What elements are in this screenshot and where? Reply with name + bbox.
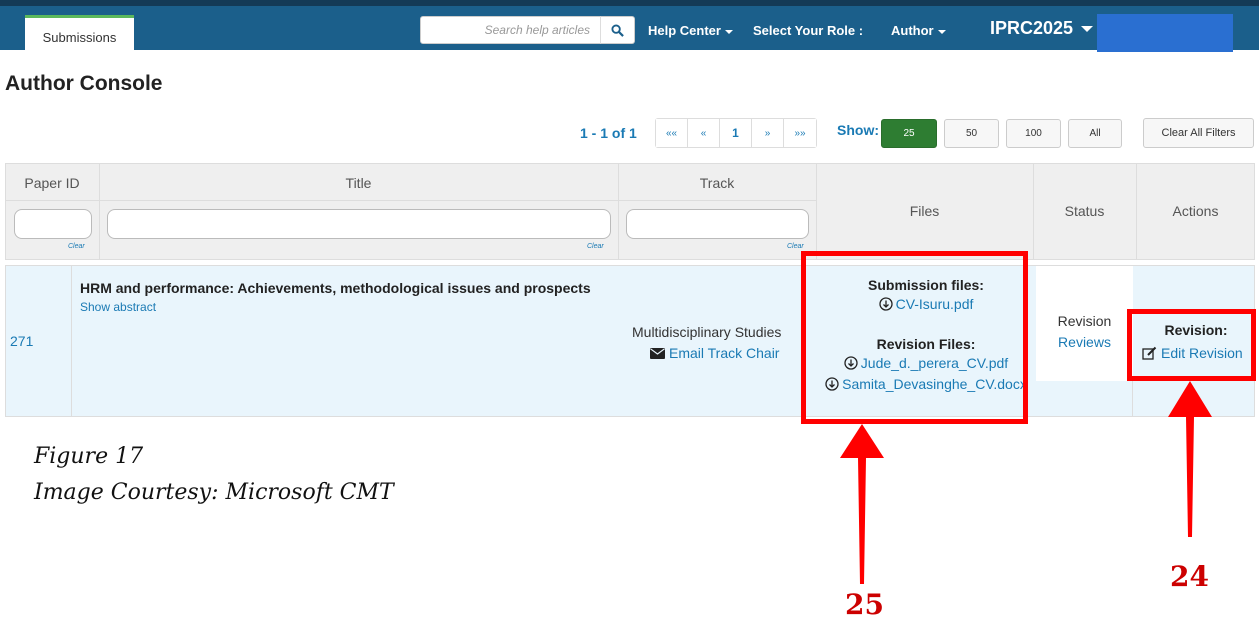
arrow-up-icon [840,424,884,584]
reviews-link[interactable]: Reviews [1036,334,1133,350]
chevron-down-icon [1081,26,1094,33]
first-page-button[interactable]: «« [656,119,688,147]
chevron-down-icon [724,29,733,34]
track-filter-input[interactable] [626,209,809,239]
column-divider [71,265,72,417]
paper-id-link[interactable]: 271 [10,333,33,349]
next-page-button[interactable]: » [752,119,784,147]
role-menu[interactable]: Author [891,23,946,38]
help-center-label: Help Center [648,23,721,38]
help-center-menu[interactable]: Help Center [648,23,733,38]
arrow-up-icon [1168,381,1212,537]
paper-title: HRM and performance: Achievements, metho… [80,280,591,296]
envelope-icon [650,347,665,359]
paper-id-clear-link[interactable]: Clear [68,243,85,250]
clear-all-filters-button[interactable]: Clear All Filters [1143,118,1254,148]
results-range: 1 - 1 of 1 [580,125,637,141]
role-label: Author [891,23,934,38]
chevron-down-icon [937,29,946,34]
actions-highlight-box [1127,309,1256,381]
select-role-label: Select Your Role : [753,23,864,38]
paper-id-filter-input[interactable] [14,209,92,239]
status-text: Revision [1057,313,1112,329]
header-files: Files [909,203,940,219]
page-title: Author Console [5,72,163,95]
prev-page-button[interactable]: « [688,119,720,147]
email-track-chair-link[interactable]: Email Track Chair [650,345,779,361]
page-1-button[interactable]: 1 [720,119,752,147]
header-status[interactable]: Status [1033,203,1136,219]
conference-label: IPRC2025 [990,18,1074,38]
track-name: Multidisciplinary Studies [632,324,782,340]
track-clear-link[interactable]: Clear [787,243,804,250]
figure-caption: Figure 17 [34,444,144,469]
show-label: Show: [837,122,879,138]
search-button[interactable] [600,16,635,44]
header-divider [5,200,816,201]
conference-menu[interactable]: IPRC2025 [990,18,1094,39]
last-page-button[interactable]: »» [784,119,816,147]
user-menu[interactable] [1097,14,1233,52]
show-100-button[interactable]: 100 [1006,119,1061,148]
search-input[interactable]: Search help articles [420,16,601,44]
show-50-button[interactable]: 50 [944,119,999,148]
search-icon [611,23,624,37]
title-clear-link[interactable]: Clear [587,243,604,250]
title-filter-input[interactable] [107,209,611,239]
top-navbar: Submissions Search help articles Help Ce… [0,0,1259,56]
files-highlight-box [801,251,1028,424]
callout-number-files: 25 [845,588,884,621]
pagination: «« « 1 » »» [655,118,817,148]
callout-number-actions: 24 [1170,560,1209,593]
header-actions: Actions [1172,203,1219,219]
header-paper-id[interactable]: Paper ID [5,175,99,191]
show-all-button[interactable]: All [1068,119,1122,148]
header-track[interactable]: Track [618,175,816,191]
show-25-button[interactable]: 25 [881,119,937,148]
courtesy-caption: Image Courtesy: Microsoft CMT [34,480,394,505]
tab-submissions[interactable]: Submissions [25,15,134,56]
header-title[interactable]: Title [99,175,618,191]
email-track-chair-label: Email Track Chair [669,345,780,361]
show-abstract-link[interactable]: Show abstract [80,300,156,314]
